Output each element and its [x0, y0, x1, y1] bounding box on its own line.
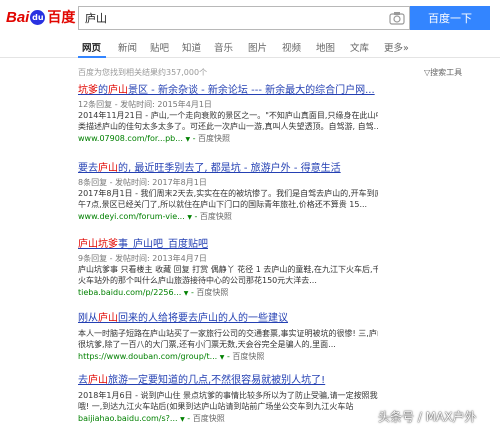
- search-result: 坑爹的庐山景区 - 新余杂谈 - 新余论坛 --- 新余最大的综合门户网... …: [78, 84, 378, 145]
- result-title-link[interactable]: 要去庐山的, 最近旺季别去了, 都是坑 - 旅游户外 - 得意生活: [78, 162, 378, 175]
- caret-down-icon[interactable]: ▼: [185, 136, 190, 143]
- snapshot-link[interactable]: 百度快照: [232, 352, 264, 361]
- caret-down-icon[interactable]: ▼: [184, 290, 189, 297]
- caret-down-icon[interactable]: ▼: [220, 354, 225, 361]
- result-title-link[interactable]: 庐山坑爹事_庐山吧_百度贴吧: [78, 238, 378, 251]
- result-title-link[interactable]: 刚从庐山回来的人给将要去庐山的人的一些建议: [78, 312, 378, 325]
- result-meta: 12条回复 - 发帖时间: 2015年4月1日: [78, 100, 212, 109]
- camera-icon[interactable]: [389, 11, 405, 25]
- caret-down-icon[interactable]: ▼: [180, 416, 185, 423]
- search-tabs: 网页 新闻 贴吧 知道 音乐 图片 视频 地图 文库 更多»: [0, 38, 500, 58]
- result-url[interactable]: www.deyi.com/forum-vie... ▼ - 百度快照: [78, 211, 378, 223]
- result-snippet: 本人一时脑子短路在庐山站买了一家旅行公司的交通套票,事实证明被坑的很惨! 三,庐…: [78, 329, 378, 338]
- result-title-link[interactable]: 坑爹的庐山景区 - 新余杂谈 - 新余论坛 --- 新余最大的综合门户网...: [78, 84, 378, 97]
- result-url[interactable]: https://www.douban.com/group/t... ▼ - 百度…: [78, 351, 378, 363]
- snapshot-link[interactable]: 百度快照: [193, 414, 225, 423]
- search-input[interactable]: [79, 7, 379, 29]
- result-snippet: 庐山坑爹事 只看楼主 收藏 回复 打赏 偶静丫 花径 1 去庐山的童鞋,在九江下…: [78, 265, 378, 274]
- tab-news[interactable]: 新闻: [118, 40, 137, 54]
- caret-down-icon[interactable]: ▼: [187, 214, 192, 221]
- search-result: 庐山坑爹事_庐山吧_百度贴吧 9条回复 - 发帖时间: 2013年4月7日 庐山…: [78, 238, 378, 299]
- search-button[interactable]: 百度一下: [410, 6, 490, 30]
- search-tools-button[interactable]: ▽搜索工具: [424, 67, 462, 78]
- result-snippet: 2018年1月6日 - 说到庐山住 景点坑爹的事情比较多所以为了防止受骗,请一定…: [78, 391, 378, 400]
- result-snippet: 类描述庐山的佳句太多太多了。可还此一次庐山一游,真叫人失望透顶。自驾游, 自驾.…: [78, 122, 378, 131]
- result-snippet: 哦! 一,到达九江火车站后(如果到达庐山站请到站前广场坐公交车到九江火车站: [78, 402, 354, 411]
- tab-map[interactable]: 地图: [316, 40, 335, 54]
- result-url[interactable]: www.07908.com/for...pb... ▼ - 百度快照: [78, 133, 378, 145]
- baidu-logo[interactable]: Bai du 百度: [6, 6, 75, 28]
- search-result: 刚从庐山回来的人给将要去庐山的人的一些建议 本人一时脑子短路在庐山站买了一家旅行…: [78, 312, 378, 363]
- search-result: 要去庐山的, 最近旺季别去了, 都是坑 - 旅游户外 - 得意生活 8条回复 -…: [78, 162, 378, 223]
- result-title-link[interactable]: 去庐山旅游一定要知道的几点,不然很容易就被别人坑了!: [78, 374, 378, 387]
- tab-zhidao[interactable]: 知道: [182, 40, 201, 54]
- tab-video[interactable]: 视频: [282, 40, 301, 54]
- result-meta: 8条回复 - 发帖时间: 2017年8月1日: [78, 178, 207, 187]
- snapshot-link[interactable]: 百度快照: [198, 134, 230, 143]
- active-tab-indicator: [78, 56, 106, 58]
- result-count: 百度为您找到相关结果约357,000个: [78, 68, 208, 77]
- search-box: [78, 6, 410, 30]
- result-snippet: 午7点,景区已经关门了,所以就住在庐山下门口的国际青年旅社,价格还不算贵 15.…: [78, 200, 368, 209]
- top-bar: Baidu百度 百度一下: [0, 0, 500, 36]
- tab-images[interactable]: 图片: [248, 40, 267, 54]
- tab-music[interactable]: 音乐: [214, 40, 233, 54]
- search-result: 去庐山旅游一定要知道的几点,不然很容易就被别人坑了! 2018年1月6日 - 说…: [78, 374, 378, 425]
- snapshot-link[interactable]: 百度快照: [200, 212, 232, 221]
- tab-more[interactable]: 更多»: [384, 40, 409, 54]
- watermark: 头条号 / MAX户外: [378, 410, 477, 424]
- result-meta: 9条回复 - 发帖时间: 2013年4月7日: [78, 254, 207, 263]
- result-snippet: 火车站外的那个叫什么庐山旅游接待中心的公司那花150元大洋去...: [78, 276, 317, 285]
- tab-web[interactable]: 网页: [82, 40, 101, 54]
- result-snippet: 2017年8月1日 - 我们周末2天去,实实在在的被坑惨了。我们是自驾去庐山的,…: [78, 189, 378, 198]
- result-snippet: 2014年11月21日 - 庐山,一个走向衰败的景区之一。"不知庐山真面目,只缘…: [78, 111, 378, 120]
- result-snippet: 很坑爹,除了一百八的大门票,还有小门票无数,天会谷完全是骗人的,里面...: [78, 340, 336, 349]
- snapshot-link[interactable]: 百度快照: [196, 288, 228, 297]
- tab-tieba[interactable]: 贴吧: [150, 40, 169, 54]
- tab-wenku[interactable]: 文库: [350, 40, 369, 54]
- paw-icon: du: [30, 9, 46, 25]
- result-url[interactable]: baijiahao.baidu.com/s?... ▼ - 百度快照: [78, 413, 378, 425]
- result-url[interactable]: tieba.baidu.com/p/2256... ▼ - 百度快照: [78, 287, 378, 299]
